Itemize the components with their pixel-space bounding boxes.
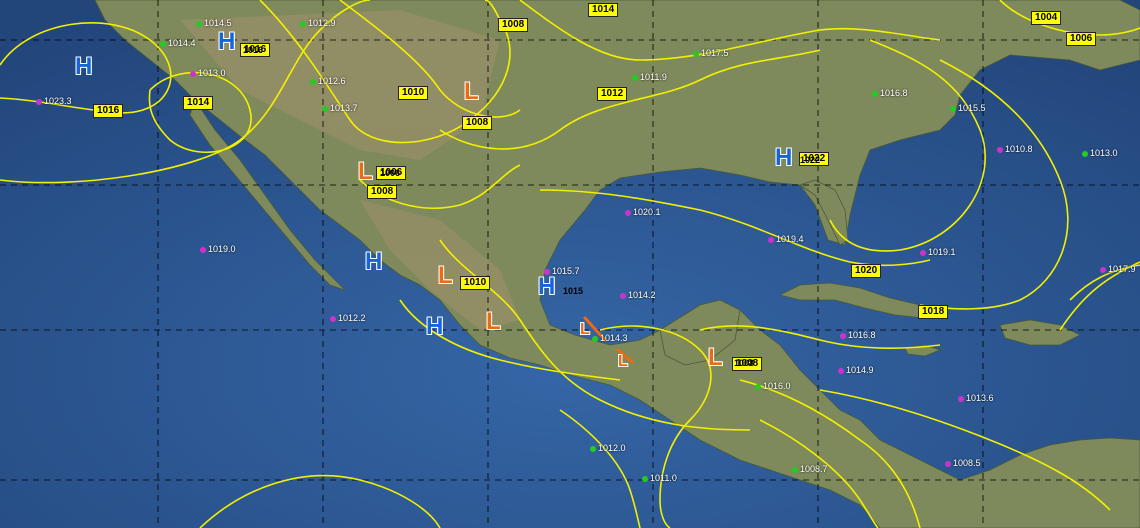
station-obs: 1017.5: [693, 48, 729, 58]
isobar-label: 1020: [851, 264, 882, 278]
high-pressure-center: H: [75, 53, 93, 80]
isobar-label: 1010: [460, 276, 491, 290]
isobar-label: 1016: [93, 104, 124, 118]
isobar-label: 1014: [588, 3, 619, 17]
station-obs: 1014.9: [838, 365, 874, 375]
low-pressure-value: 1008: [734, 358, 755, 368]
station-obs: 1014.2: [620, 290, 656, 300]
station-obs: 1019.4: [768, 234, 804, 244]
station-obs: 1023.3: [36, 96, 72, 106]
map-canvas: [0, 0, 1140, 528]
station-obs: 1019.1: [920, 247, 956, 257]
station-obs: 1013.0: [190, 68, 226, 78]
isobar-label: 1010: [398, 86, 429, 100]
low-pressure-center: L: [486, 308, 501, 335]
station-obs: 1014.3: [592, 333, 628, 343]
station-obs: 1012.6: [310, 76, 346, 86]
high-pressure-center: H: [775, 144, 793, 171]
isobar-label: 1008: [367, 185, 398, 199]
low-pressure-center: L: [618, 353, 628, 370]
high-pressure-value: 1015: [563, 286, 584, 296]
station-obs: 1012.2: [330, 313, 366, 323]
high-pressure-center: H: [218, 28, 236, 55]
weather-map: 1008 1014 1004 1006 1016 1016 1014 1010 …: [0, 0, 1140, 528]
high-pressure-value: 1022: [800, 155, 821, 165]
station-obs: 1014.4: [160, 38, 196, 48]
station-obs: 1020.1: [625, 207, 661, 217]
station-obs: 1011.0: [642, 473, 677, 483]
high-pressure-center: H: [365, 248, 383, 275]
low-pressure-center: L: [708, 344, 723, 371]
high-pressure-value: 1016: [243, 45, 264, 55]
station-obs: 1015.7: [544, 266, 580, 276]
station-obs: 1017.9: [1100, 264, 1136, 274]
station-obs: 1013.7: [322, 103, 358, 113]
station-obs: 1016.8: [840, 330, 876, 340]
isobar-label: 1018: [918, 305, 949, 319]
station-obs: 1010.8: [997, 144, 1033, 154]
isobar-label: 1014: [183, 96, 214, 110]
station-obs: 1013.6: [958, 393, 994, 403]
low-pressure-center: L: [464, 78, 479, 105]
high-pressure-center: H: [426, 313, 444, 340]
station-obs: 1012.0: [590, 443, 626, 453]
station-obs: 1014.5: [196, 18, 232, 28]
station-obs: 1019.0: [200, 244, 236, 254]
low-pressure-center: L: [438, 262, 453, 289]
low-pressure-center: L: [580, 321, 590, 338]
high-pressure-center: H: [538, 273, 556, 300]
isobar-label: 1006: [1066, 32, 1097, 46]
isobar-label: 1008: [462, 116, 493, 130]
station-obs: 1016.0: [755, 381, 791, 391]
station-obs: 1013.0: [1082, 148, 1118, 158]
isobar-label: 1012: [597, 87, 628, 101]
station-obs: 1011.9: [632, 72, 667, 82]
low-pressure-value: 1006: [380, 168, 401, 178]
isobar-label: 1004: [1031, 11, 1062, 25]
station-obs: 1012.9: [300, 18, 336, 28]
isobar-label: 1008: [498, 18, 529, 32]
low-pressure-center: L: [358, 158, 373, 185]
station-obs: 1008.7: [792, 464, 828, 474]
station-obs: 1016.8: [872, 88, 908, 98]
station-obs: 1015.5: [950, 103, 986, 113]
station-obs: 1008.5: [945, 458, 981, 468]
